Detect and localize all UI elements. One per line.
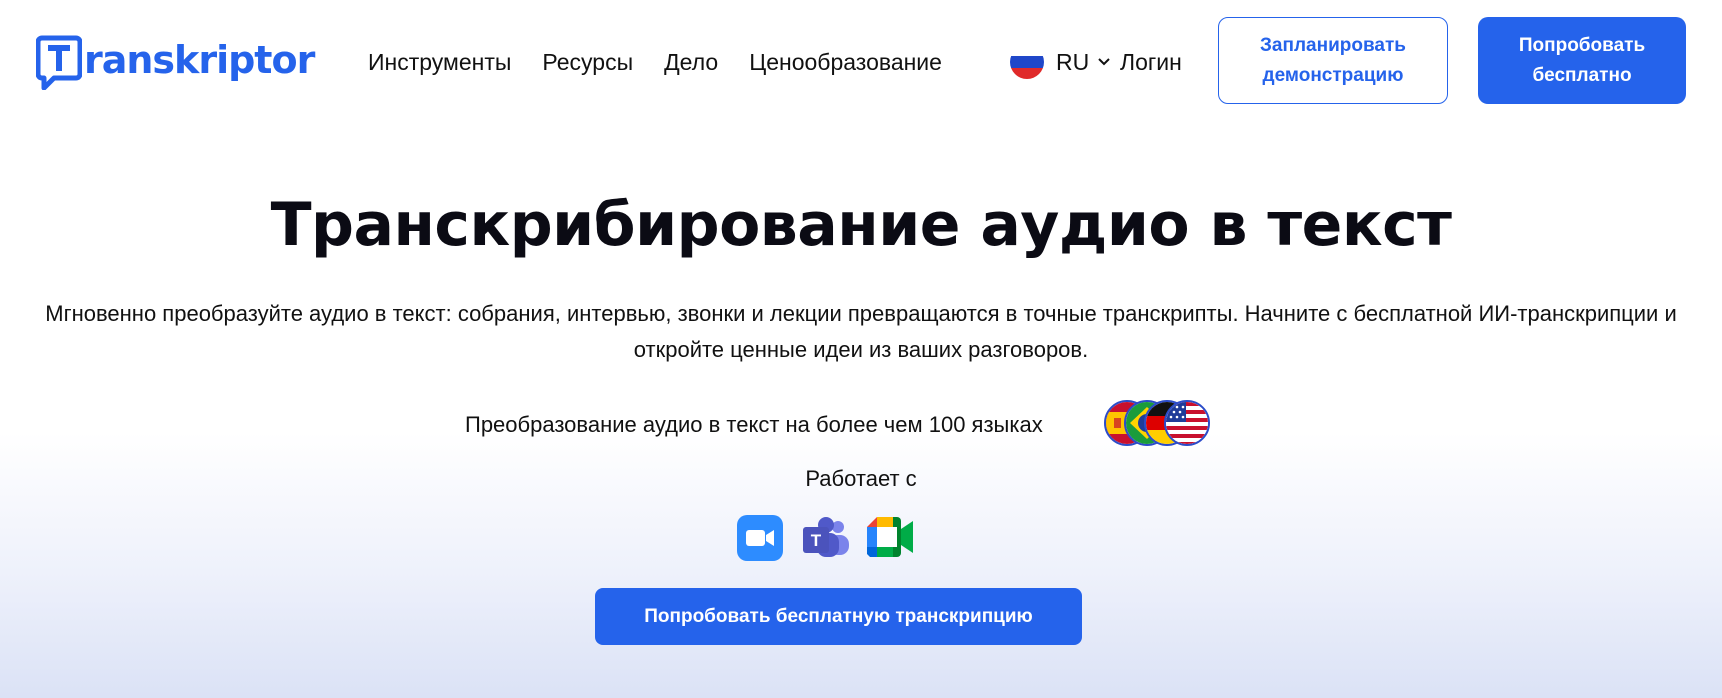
usa-flag-icon [1164,400,1210,446]
languages-text: Преобразование аудио в текст на более че… [465,412,1043,437]
nav-item-pricing[interactable]: Ценообразование [749,49,942,76]
zoom-icon[interactable] [737,515,783,561]
site-header: ranskriptor Инструменты Ресурсы Дело Цен… [0,0,1722,122]
svg-text:T: T [811,531,822,550]
try-free-button[interactable]: Попробовать бесплатно [1478,17,1686,104]
languages-row: Преобразование аудио в текст на более че… [0,400,1722,456]
logo-mark-icon [36,34,82,90]
hero-subtitle: Мгновенно преобразуйте аудио в текст: со… [45,301,1677,362]
logo-wordmark: ranskriptor [84,38,315,82]
language-flags [1104,400,1214,446]
nav-item-resources[interactable]: Ресурсы [542,49,633,76]
try-free-transcription-button[interactable]: Попробовать бесплатную транскрипцию [595,588,1082,645]
language-code: RU [1056,48,1090,75]
google-meet-icon[interactable] [865,515,913,561]
page-title: Транскрибирование аудио в текст [270,190,1452,260]
main-nav: Инструменты Ресурсы Дело Ценообразование [368,44,973,80]
nav-item-tools[interactable]: Инструменты [368,49,511,76]
integrations-list: T [737,515,929,561]
russia-flag-icon [1010,45,1044,79]
schedule-demo-button[interactable]: Запланировать демонстрацию [1218,17,1448,104]
works-with-label: Работает с [805,466,917,491]
transkriptor-logo[interactable]: ranskriptor [36,28,315,92]
chevron-down-icon [1098,58,1110,66]
login-link[interactable]: Логин [1120,44,1182,80]
microsoft-teams-icon[interactable]: T [801,515,849,561]
nav-item-business[interactable]: Дело [664,49,718,76]
language-selector[interactable]: RU [1010,44,1111,80]
